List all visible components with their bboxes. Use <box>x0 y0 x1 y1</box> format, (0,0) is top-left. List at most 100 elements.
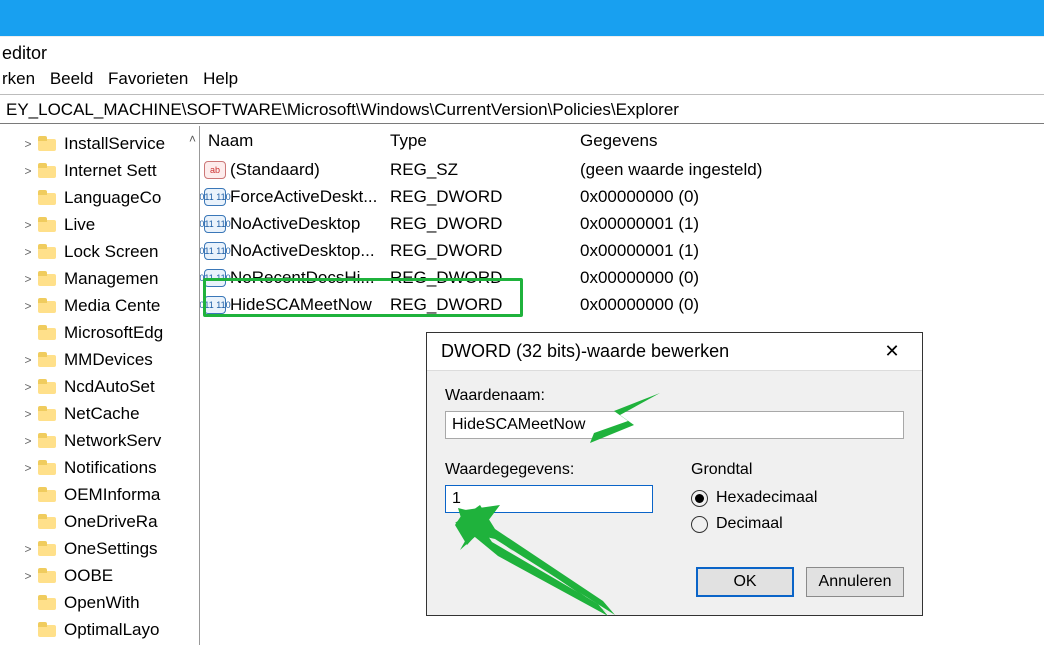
list-row[interactable]: 011 110NoRecentDocsHi...REG_DWORD0x00000… <box>200 264 1044 291</box>
menu-item[interactable]: Help <box>203 69 238 88</box>
dialog-title: DWORD (32 bits)-waarde bewerken <box>441 341 729 362</box>
value-type: REG_SZ <box>390 160 580 180</box>
tree-item-label: OpenWith <box>64 593 140 613</box>
expand-icon[interactable]: > <box>20 380 36 394</box>
radio-dec[interactable]: Decimaal <box>691 511 817 537</box>
tree-item[interactable]: > Media Cente <box>0 292 199 319</box>
menu-item[interactable]: Favorieten <box>108 69 188 88</box>
tree-item[interactable]: > NetCache <box>0 400 199 427</box>
value-name: NoRecentDocsHi... <box>230 268 375 288</box>
expand-icon[interactable]: > <box>20 461 36 475</box>
value-name: ForceActiveDeskt... <box>230 187 377 207</box>
tree-item[interactable]: > Internet Sett <box>0 157 199 184</box>
value-type: REG_DWORD <box>390 295 580 315</box>
value-type: REG_DWORD <box>390 214 580 234</box>
tree-item[interactable]: OpenWith <box>0 589 199 616</box>
expand-icon[interactable]: > <box>20 272 36 286</box>
radio-icon <box>691 490 708 507</box>
value-name-input[interactable] <box>445 411 904 439</box>
list-row[interactable]: 011 110NoActiveDesktop... REG_DWORD0x0000… <box>200 237 1044 264</box>
list-row[interactable]: 011 110NoActiveDesktopREG_DWORD0x0000000… <box>200 210 1044 237</box>
list-row[interactable]: ab(Standaard) REG_SZ(geen waarde ingestel… <box>200 156 1044 183</box>
expand-icon[interactable]: > <box>20 434 36 448</box>
tree-item-label: NetCache <box>64 404 140 424</box>
col-header-data[interactable]: Gegevens <box>580 131 1044 151</box>
tree-item[interactable]: >Lock Screen <box>0 238 199 265</box>
value-data: 0x00000001 (1) <box>580 241 1044 261</box>
tree-item[interactable]: > MMDevices <box>0 346 199 373</box>
expand-icon[interactable]: > <box>20 245 36 259</box>
expand-icon[interactable]: > <box>20 542 36 556</box>
folder-icon <box>38 514 58 530</box>
cancel-button[interactable]: Annuleren <box>806 567 904 597</box>
tree-item[interactable]: >Live <box>0 211 199 238</box>
tree-item-label: OEMInforma <box>64 485 160 505</box>
expand-icon[interactable]: > <box>20 164 36 178</box>
col-header-name[interactable]: Naam <box>200 131 390 151</box>
address-bar[interactable]: EY_LOCAL_MACHINE\SOFTWARE\Microsoft\Wind… <box>0 94 1044 124</box>
folder-icon <box>38 352 58 368</box>
tree-item-label: OOBE <box>64 566 113 586</box>
tree-item[interactable]: MicrosoftEdg <box>0 319 199 346</box>
value-data-input[interactable] <box>445 485 653 513</box>
tree-item[interactable]: LanguageCo <box>0 184 199 211</box>
expand-icon[interactable]: > <box>20 299 36 313</box>
value-type: REG_DWORD <box>390 241 580 261</box>
tree-item-label: LanguageCo <box>64 188 161 208</box>
tree-item[interactable]: > OneSettings <box>0 535 199 562</box>
list-row[interactable]: 011 110ForceActiveDeskt...REG_DWORD0x000… <box>200 183 1044 210</box>
expand-icon[interactable]: > <box>20 569 36 583</box>
folder-icon <box>38 487 58 503</box>
menu-item[interactable]: Beeld <box>50 69 93 88</box>
tree-item[interactable]: >Notifications <box>0 454 199 481</box>
tree-item-label: MMDevices <box>64 350 153 370</box>
string-value-icon: ab <box>204 161 226 179</box>
tree-item[interactable]: >NetworkServ <box>0 427 199 454</box>
tree-pane[interactable]: ˄ >InstallService>Internet SettLanguageC… <box>0 126 200 645</box>
radio-icon <box>691 516 708 533</box>
menubar: rken Beeld Favorieten Help <box>0 64 1044 94</box>
dword-value-icon: 011 110 <box>204 215 226 233</box>
tree-item-label: MicrosoftEdg <box>64 323 163 343</box>
value-data: 0x00000001 (1) <box>580 214 1044 234</box>
value-name: NoActiveDesktop... <box>230 241 375 261</box>
base-group-label: Grondtal <box>691 461 817 479</box>
ok-button[interactable]: OK <box>696 567 794 597</box>
col-header-type[interactable]: Type <box>390 131 580 151</box>
close-icon[interactable]: ✕ <box>872 341 912 362</box>
dword-value-icon: 011 110 <box>204 188 226 206</box>
expand-icon[interactable]: > <box>20 353 36 367</box>
tree-item[interactable]: >NcdAutoSet <box>0 373 199 400</box>
list-row[interactable]: 011 110HideSCAMeetNowREG_DWORD0x00000000… <box>200 291 1044 318</box>
expand-icon[interactable]: > <box>20 218 36 232</box>
value-name: (Standaard) <box>230 160 320 180</box>
tree-item-label: Media Cente <box>64 296 160 316</box>
dword-value-icon: 011 110 <box>204 242 226 260</box>
tree-item[interactable]: OEMInforma <box>0 481 199 508</box>
tree-item-label: OneDriveRa <box>64 512 158 532</box>
tree-item[interactable]: >InstallService <box>0 130 199 157</box>
folder-icon <box>38 595 58 611</box>
dword-value-icon: 011 110 <box>204 269 226 287</box>
folder-icon <box>38 568 58 584</box>
tree-item-label: Internet Sett <box>64 161 157 181</box>
scroll-up-icon[interactable]: ˄ <box>189 132 196 146</box>
folder-icon <box>38 190 58 206</box>
tree-item[interactable]: OneDriveRa <box>0 508 199 535</box>
folder-icon <box>38 136 58 152</box>
tree-item-label: OptimalLayo <box>64 620 159 640</box>
folder-icon <box>38 163 58 179</box>
list-header: Naam Type Gegevens <box>200 126 1044 156</box>
menu-item[interactable]: rken <box>2 69 35 88</box>
folder-icon <box>38 271 58 287</box>
value-data: (geen waarde ingesteld) <box>580 160 1044 180</box>
tree-item[interactable]: >Managemen <box>0 265 199 292</box>
radio-hex[interactable]: Hexadecimaal <box>691 485 817 511</box>
expand-icon[interactable]: > <box>20 137 36 151</box>
tree-item[interactable]: > OOBE <box>0 562 199 589</box>
folder-icon <box>38 433 58 449</box>
value-type: REG_DWORD <box>390 187 580 207</box>
tree-item[interactable]: OptimalLayo <box>0 616 199 643</box>
expand-icon[interactable]: > <box>20 407 36 421</box>
tree-item-label: OneSettings <box>64 539 158 559</box>
